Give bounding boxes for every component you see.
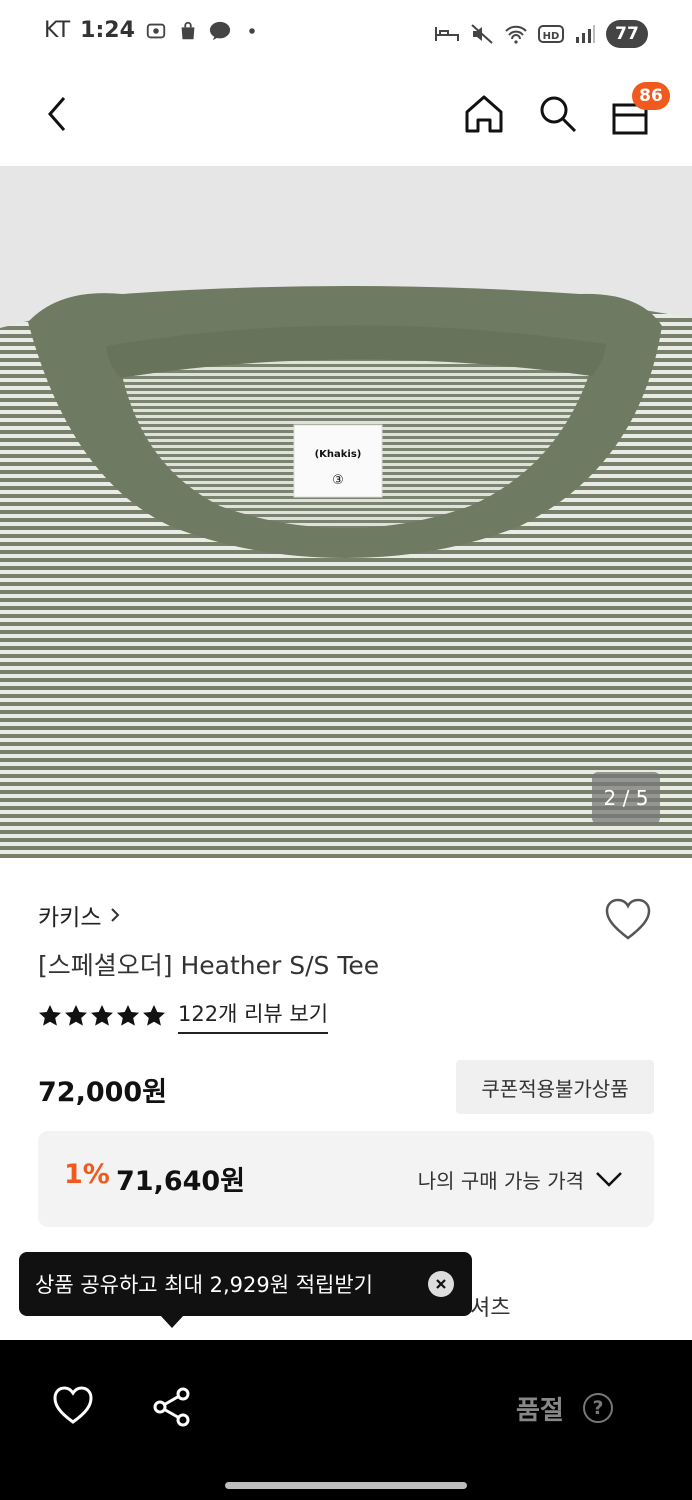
screenshot-icon	[146, 23, 166, 38]
brand-name: 카키스	[38, 905, 102, 931]
wifi-icon	[505, 25, 527, 44]
clock: 1:24	[80, 18, 135, 43]
top-nav: 86	[0, 68, 692, 166]
product-photo: (Khakis) ③	[0, 166, 692, 858]
dot-icon	[249, 27, 255, 34]
brand-link[interactable]: 카키스	[38, 898, 121, 932]
wishlist-heart-icon[interactable]	[604, 898, 652, 942]
label-brand-text: (Khakis)	[315, 449, 362, 460]
cart-count-badge: 86	[632, 82, 670, 110]
signal-icon	[576, 25, 595, 43]
shopping-bag-icon	[181, 21, 195, 39]
cart-button[interactable]: 86	[606, 82, 670, 138]
product-title: [스페셜오더] Heather S/S Tee	[38, 951, 380, 980]
image-counter: 2 / 5	[592, 772, 660, 824]
status-left: KT 1:24	[44, 18, 263, 43]
sold-out-label: 품절	[516, 1396, 564, 1426]
category-peek-text: 셔츠	[470, 1296, 511, 1321]
product-price: 72,000원	[38, 1077, 168, 1108]
share-reward-tooltip: 상품 공유하고 최대 2,929원 적립받기	[19, 1252, 472, 1316]
home-icon	[465, 95, 503, 133]
home-indicator	[225, 1482, 467, 1489]
home-button[interactable]	[460, 90, 508, 138]
my-price: 71,640원	[116, 1166, 246, 1197]
chevron-right-icon	[111, 908, 120, 922]
bed-icon	[435, 27, 459, 41]
bottom-action-bar: 품절 ?	[0, 1340, 692, 1500]
search-icon	[540, 96, 577, 133]
back-button[interactable]	[34, 90, 82, 138]
help-icon[interactable]: ?	[583, 1393, 613, 1423]
search-button[interactable]	[534, 90, 582, 138]
chevron-left-icon	[48, 97, 66, 131]
share-icon[interactable]	[151, 1386, 193, 1428]
review-link[interactable]: 122개 리뷰 보기	[178, 998, 329, 1034]
like-heart-icon[interactable]	[52, 1386, 94, 1426]
hd-icon: HD	[538, 25, 564, 43]
carrier-label: KT	[44, 18, 71, 43]
rating-row: 122개 리뷰 보기	[38, 998, 329, 1034]
tooltip-arrow	[160, 1315, 184, 1328]
status-bar: KT 1:24 HD 77	[0, 0, 692, 68]
chevron-down-icon	[596, 1172, 622, 1187]
my-price-label: 나의 구매 가능 가격	[417, 1169, 584, 1193]
discount-percent: 1%	[64, 1159, 110, 1190]
rating-stars	[38, 1004, 168, 1028]
close-icon	[436, 1279, 446, 1289]
product-image-carousel[interactable]: (Khakis) ③ 2 / 5	[0, 166, 692, 858]
status-right: HD 77	[434, 20, 648, 48]
tooltip-text: 상품 공유하고 최대 2,929원 적립받기	[35, 1273, 373, 1297]
battery-indicator: 77	[606, 20, 648, 48]
svg-text:HD: HD	[543, 31, 560, 42]
mute-icon	[471, 24, 493, 44]
talk-icon	[209, 21, 230, 40]
tooltip-close-button[interactable]	[428, 1271, 454, 1297]
label-size-text: ③	[332, 473, 344, 488]
my-price-panel[interactable]: 1% 71,640원 나의 구매 가능 가격	[38, 1131, 654, 1227]
coupon-badge: 쿠폰적용불가상품	[456, 1060, 654, 1114]
star-icons	[39, 1005, 165, 1026]
